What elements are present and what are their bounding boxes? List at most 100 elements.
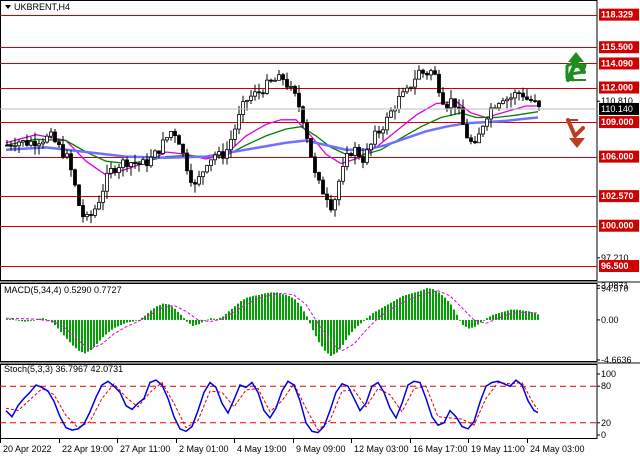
macd-histogram-bar: [339, 319, 341, 349]
candle-body: [221, 151, 225, 159]
candle: [109, 162, 113, 179]
macd-histogram-bar: [249, 296, 251, 320]
stoch-tick-label: 0: [601, 430, 606, 440]
candle-body: [125, 159, 129, 168]
macd-histogram-bar: [96, 319, 98, 344]
candle-body: [213, 154, 217, 161]
macd-histogram-bar: [276, 292, 278, 320]
candle: [377, 125, 381, 139]
candle: [77, 184, 81, 206]
candle-body: [245, 100, 249, 103]
macd-histogram-bar: [387, 304, 389, 320]
macd-histogram-bar: [534, 313, 536, 320]
candle: [533, 94, 537, 103]
candle-body: [229, 138, 233, 151]
macd-histogram-bar: [513, 309, 515, 320]
candle-body: [309, 138, 313, 158]
macd-histogram-bar: [348, 319, 350, 336]
macd-histogram-bar: [231, 308, 233, 320]
level-label: 118.329: [601, 10, 633, 20]
macd-histogram-bar: [192, 319, 194, 326]
level-label: 102.570: [601, 191, 634, 201]
candle-body: [273, 79, 277, 82]
chevron-down-icon[interactable]: [5, 5, 11, 9]
macd-histogram-bar: [186, 319, 188, 322]
candle: [249, 90, 253, 105]
level-label: 106.000: [601, 152, 634, 162]
macd-histogram-bar: [213, 318, 215, 320]
macd-histogram-bar: [93, 319, 95, 347]
candle: [313, 152, 317, 178]
candle: [349, 151, 353, 157]
macd-histogram-bar: [9, 318, 11, 320]
candle: [509, 93, 513, 108]
candle: [137, 162, 141, 172]
candle-body: [505, 98, 509, 102]
candle: [269, 78, 273, 83]
candle-body: [449, 98, 453, 109]
symbol-title-group[interactable]: UKBRENT,H4: [5, 2, 70, 12]
candle: [449, 89, 453, 116]
candle-body: [249, 95, 253, 101]
candle-body: [277, 74, 281, 81]
macd-histogram-bar: [396, 299, 398, 320]
stoch-axis: 100 80 20 0: [597, 369, 616, 440]
pane-frame: [0, 283, 598, 362]
candle-body: [437, 73, 441, 94]
candle: [393, 105, 397, 120]
candle-body: [333, 199, 337, 211]
macd-histogram-bar: [78, 319, 80, 351]
macd-histogram-bar: [351, 319, 353, 332]
candle-body: [489, 107, 493, 120]
candle-body: [353, 146, 357, 156]
macd-tick-label: -4.6636: [601, 355, 632, 365]
candle: [105, 164, 109, 200]
candle-body: [13, 145, 17, 148]
macd-histogram-bar: [198, 319, 200, 325]
macd-histogram-bar: [180, 314, 182, 320]
candle-body: [69, 153, 73, 171]
macd-histogram-bar: [333, 319, 335, 355]
macd-histogram-bar: [18, 319, 20, 321]
candle: [421, 68, 425, 78]
macd-histogram-bar: [432, 289, 434, 320]
macd-histogram-bar: [171, 306, 173, 320]
candle-body: [117, 167, 121, 173]
candle: [521, 87, 525, 101]
time-tick-label: 9 May 09:00: [296, 444, 346, 454]
candle-body: [525, 96, 529, 100]
candle-body: [49, 131, 53, 137]
candle: [401, 87, 405, 98]
candle-body: [417, 69, 421, 80]
macd-histogram-bar: [522, 310, 524, 320]
candle-body: [341, 166, 345, 182]
macd-histogram-bar: [21, 319, 23, 322]
time-tick-label: 19 May 11:00: [471, 444, 525, 454]
macd-histogram-bar: [378, 309, 380, 320]
stoch-title: Stoch(5,3,3) 36.7967 42.0731: [4, 364, 123, 374]
macd-histogram-bar: [315, 319, 317, 337]
macd-histogram-bar: [123, 319, 125, 324]
macd-histogram-bar: [132, 319, 134, 322]
candle: [17, 139, 21, 153]
macd-histogram-bar: [207, 319, 209, 321]
candle-body: [209, 159, 213, 166]
time-tick-label: 12 May 03:00: [354, 444, 409, 454]
macd-histogram-bar: [240, 301, 242, 320]
candle-body: [181, 143, 185, 154]
candle-body: [73, 169, 77, 186]
candle-body: [321, 179, 325, 195]
candle: [225, 141, 229, 165]
candle-body: [21, 140, 25, 143]
macd-histogram-bar: [294, 299, 296, 320]
macd-histogram-bar: [429, 288, 431, 320]
candle-body: [481, 125, 485, 135]
macd-histogram-bar: [501, 312, 503, 320]
price-axis: 118.329115.500114.090112.000110.810109.0…: [0, 8, 639, 293]
symbol-title: UKBRENT,H4: [14, 2, 70, 12]
candle: [29, 136, 33, 147]
candle-body: [409, 86, 413, 89]
candle: [477, 127, 481, 144]
candle: [197, 170, 201, 187]
macd-histogram-bar: [309, 319, 311, 324]
